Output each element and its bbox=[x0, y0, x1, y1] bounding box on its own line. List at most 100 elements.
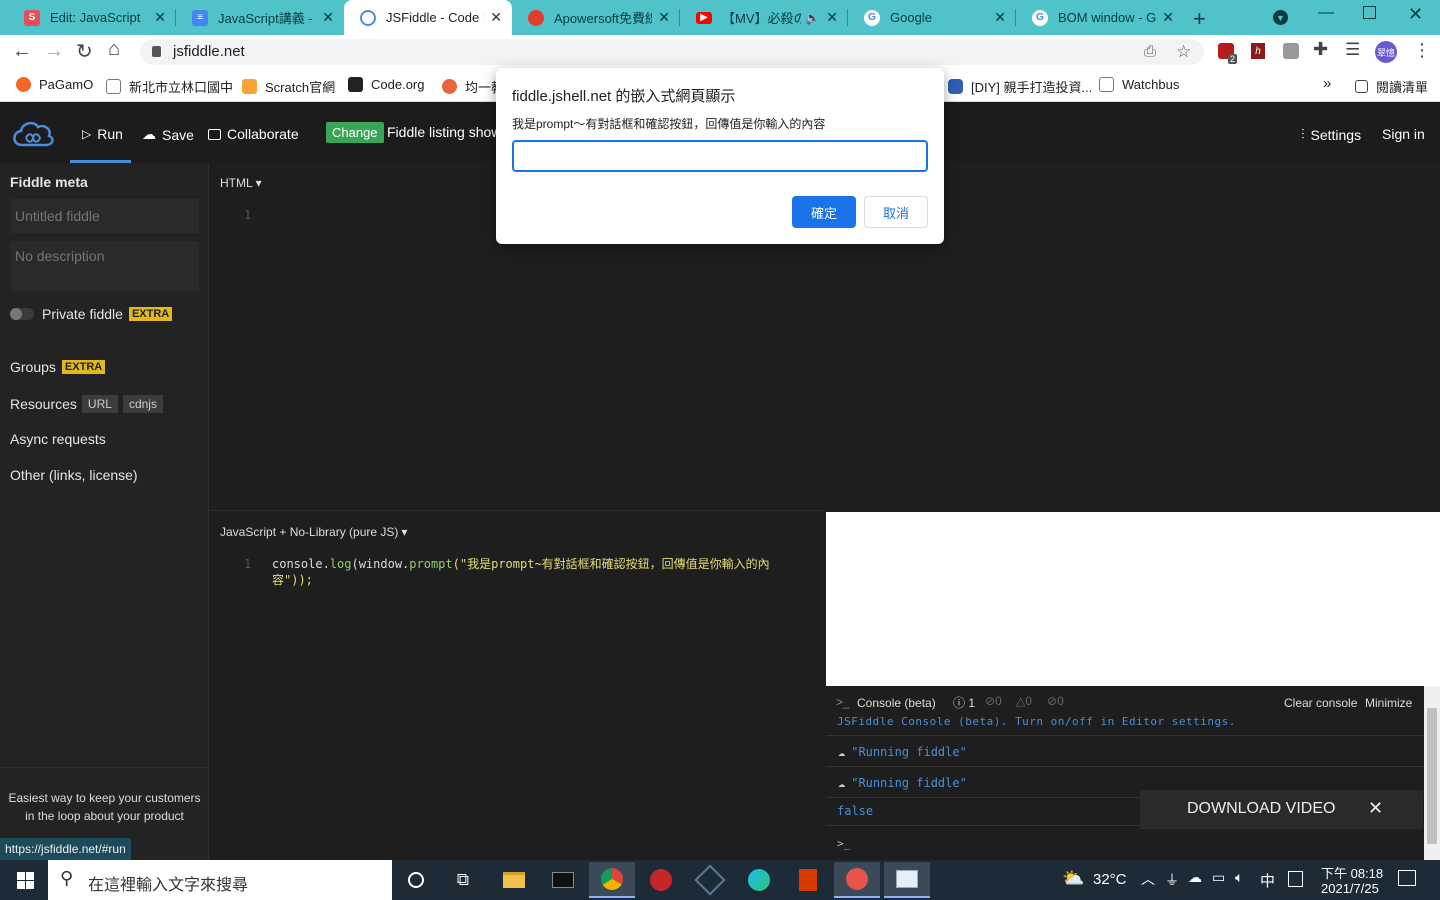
console-input-prompt[interactable]: >_ bbox=[837, 837, 850, 850]
close-tab-icon[interactable]: ✕ bbox=[994, 9, 1006, 26]
close-tab-icon[interactable]: ✕ bbox=[490, 9, 502, 26]
jsfiddle-logo[interactable] bbox=[10, 118, 56, 148]
close-tab-icon[interactable]: ✕ bbox=[154, 9, 166, 26]
error-count[interactable]: ⊘0 bbox=[1047, 694, 1064, 708]
close-tab-icon[interactable]: ✕ bbox=[322, 9, 334, 26]
new-tab-icon[interactable]: + bbox=[1193, 6, 1206, 32]
fiddle-description-input[interactable] bbox=[10, 241, 199, 291]
console-scrollbar[interactable] bbox=[1424, 686, 1440, 860]
prompt-input[interactable] bbox=[512, 140, 928, 172]
ime-indicator[interactable]: 中 bbox=[1260, 870, 1275, 891]
app-icon[interactable] bbox=[638, 862, 684, 898]
settings-button[interactable]: ⫶ Settings bbox=[1301, 126, 1361, 143]
terminal-app-icon[interactable] bbox=[540, 862, 586, 898]
home-icon[interactable]: ⌂ bbox=[108, 38, 120, 61]
weather-temperature[interactable]: 32°C bbox=[1093, 871, 1127, 888]
media-control-icon[interactable]: ☰ bbox=[1345, 40, 1360, 60]
fiddle-title-input[interactable] bbox=[10, 199, 199, 233]
extension-h-icon[interactable]: h bbox=[1251, 43, 1265, 59]
app-window-icon[interactable] bbox=[884, 862, 930, 898]
download-video-overlay[interactable]: DOWNLOAD VIDEO ✕ bbox=[1140, 790, 1423, 829]
private-toggle[interactable] bbox=[10, 308, 34, 320]
onedrive-icon[interactable]: ☁ bbox=[1188, 869, 1202, 886]
browser-tab[interactable]: G Google ✕ bbox=[848, 0, 1016, 35]
browser-tab[interactable]: S Edit: JavaScript ✕ bbox=[8, 0, 176, 35]
cancel-button[interactable]: 取消 bbox=[864, 196, 928, 228]
cortana-icon[interactable] bbox=[393, 862, 439, 898]
back-icon[interactable]: ← bbox=[12, 40, 32, 63]
js-code-line[interactable]: console.log(window.prompt("我是prompt~有對話框… bbox=[272, 556, 792, 588]
bookmark-item[interactable]: 均一教 bbox=[442, 77, 504, 96]
show-hidden-icons-icon[interactable]: ︿ bbox=[1141, 869, 1155, 889]
bookmark-item[interactable]: Scratch官網 bbox=[242, 77, 335, 96]
clock-time[interactable]: 下午 08:18 bbox=[1321, 863, 1383, 882]
sign-in-link[interactable]: Sign in bbox=[1382, 126, 1425, 142]
task-view-icon[interactable]: ⧉ bbox=[440, 862, 486, 898]
warning-count[interactable]: △0 bbox=[1016, 694, 1032, 708]
notifications-icon[interactable] bbox=[1398, 870, 1416, 886]
resources-section[interactable]: Resources URL cdnjs bbox=[10, 395, 163, 413]
forward-icon[interactable]: → bbox=[44, 40, 64, 63]
bookmark-star-icon[interactable]: ☆ bbox=[1176, 39, 1191, 65]
office-app-icon[interactable] bbox=[785, 862, 831, 898]
browser-tab-active[interactable]: JSFiddle - Code Pl ✕ bbox=[344, 0, 512, 35]
js-panel-label[interactable]: JavaScript + No-Library (pure JS) ▾ bbox=[220, 525, 407, 539]
clock-date[interactable]: 2021/7/25 bbox=[1321, 881, 1379, 896]
js-editor-panel[interactable]: JavaScript + No-Library (pure JS) ▾ 1 con… bbox=[210, 512, 825, 860]
info-count[interactable]: ⓘ 1 bbox=[953, 694, 975, 711]
change-button[interactable]: Change bbox=[326, 122, 384, 143]
address-bar[interactable]: jsfiddle.net ⎙ ☆ bbox=[140, 39, 1204, 65]
url-tag[interactable]: URL bbox=[81, 395, 118, 413]
close-tab-icon[interactable]: ✕ bbox=[826, 9, 838, 26]
more-bookmarks-icon[interactable]: » bbox=[1323, 75, 1331, 92]
bookmark-item[interactable]: Code.org bbox=[348, 77, 424, 92]
tray-app-icon[interactable]: ⏚ bbox=[1165, 870, 1179, 890]
close-tab-icon[interactable]: ✕ bbox=[658, 9, 670, 26]
collaborate-button[interactable]: Collaborate bbox=[208, 126, 299, 142]
async-requests-section[interactable]: Async requests bbox=[10, 431, 106, 447]
bookmark-item[interactable]: 新北市立林口國中 bbox=[106, 77, 233, 96]
file-explorer-icon[interactable] bbox=[491, 862, 537, 898]
edge-app-icon[interactable] bbox=[736, 862, 782, 898]
browser-menu-icon[interactable]: ⋮ bbox=[1413, 40, 1431, 61]
discord-app-icon[interactable] bbox=[834, 862, 880, 898]
minimize-console-button[interactable]: Minimize bbox=[1365, 696, 1412, 710]
sidebar-ad-text[interactable]: Easiest way to keep your customers in th… bbox=[8, 789, 201, 825]
save-button[interactable]: ☁ Save bbox=[142, 126, 194, 143]
restore-window-icon[interactable] bbox=[1363, 6, 1376, 19]
volume-icon[interactable]: 🔈︎ bbox=[1235, 869, 1243, 886]
close-icon[interactable]: ✕ bbox=[1368, 798, 1383, 819]
extension-icon[interactable] bbox=[1283, 43, 1299, 59]
translate-icon[interactable]: ⎙ bbox=[1144, 39, 1156, 65]
audio-playing-icon[interactable]: 🔈 bbox=[805, 11, 820, 25]
tab-search-icon[interactable]: ▼ bbox=[1273, 10, 1288, 25]
cdnjs-tag[interactable]: cdnjs bbox=[122, 395, 163, 413]
bookmark-item[interactable]: Watchbus bbox=[1099, 77, 1179, 92]
puzzle-extensions-icon[interactable]: ✚ bbox=[1313, 39, 1328, 60]
taskbar-search-box[interactable]: ⚲ 在這裡輸入文字來搜尋 bbox=[48, 860, 392, 900]
close-window-icon[interactable]: ✕ bbox=[1408, 4, 1423, 25]
download-video-label[interactable]: DOWNLOAD VIDEO bbox=[1187, 800, 1335, 818]
minimize-window-icon[interactable]: — bbox=[1318, 4, 1334, 22]
reload-icon[interactable]: ↻ bbox=[76, 39, 93, 64]
browser-tab[interactable]: ≡ JavaScript講義 - Go ✕ bbox=[176, 0, 344, 35]
chrome-app-icon[interactable] bbox=[589, 862, 635, 898]
run-button[interactable]: ▷ Run bbox=[82, 126, 123, 142]
clear-console-button[interactable]: Clear console bbox=[1284, 696, 1357, 710]
ime-mode-icon[interactable] bbox=[1288, 871, 1303, 887]
html-panel-label[interactable]: HTML ▾ bbox=[220, 176, 262, 190]
groups-section[interactable]: Groups EXTRA bbox=[10, 359, 106, 375]
ok-button[interactable]: 確定 bbox=[792, 196, 856, 228]
profile-avatar[interactable]: 翠憶 bbox=[1375, 41, 1397, 63]
reading-list[interactable]: 閱讀清單 bbox=[1355, 77, 1428, 96]
result-iframe[interactable] bbox=[826, 512, 1440, 686]
weather-icon[interactable]: ⛅ bbox=[1062, 868, 1084, 889]
log-count[interactable]: ⊘0 bbox=[985, 694, 1002, 708]
nox-app-icon[interactable] bbox=[687, 862, 733, 898]
bookmark-item[interactable]: [DIY] 親手打造投資... bbox=[948, 77, 1092, 96]
close-tab-icon[interactable]: ✕ bbox=[1162, 9, 1174, 26]
browser-tab[interactable]: ▶ 【MV】必殺の 🔈 ✕ bbox=[680, 0, 848, 35]
network-icon[interactable]: ▭ bbox=[1212, 869, 1225, 886]
browser-tab[interactable]: G BOM window - Go ✕ bbox=[1016, 0, 1184, 35]
bookmark-item[interactable]: PaGamO bbox=[16, 77, 93, 92]
